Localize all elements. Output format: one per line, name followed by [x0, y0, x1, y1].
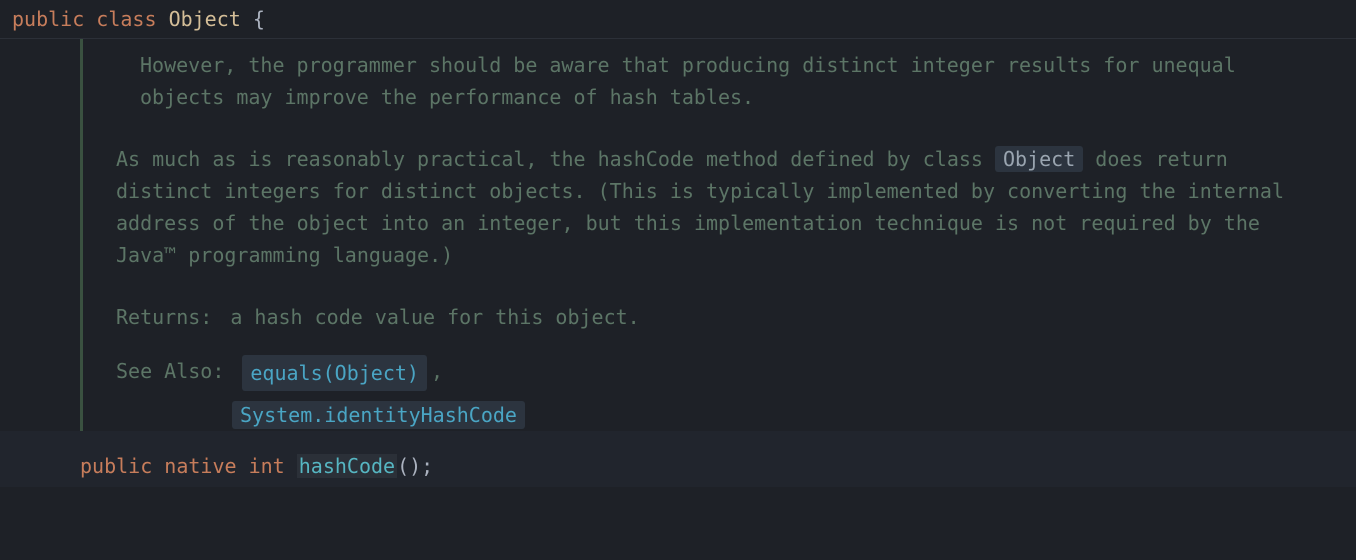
javadoc-seealso-row: See Also: equals(Object), System.identit… [116, 355, 1326, 431]
inline-code-object: Object [995, 146, 1083, 172]
javadoc-text: As much as is reasonably practical, the … [116, 147, 995, 171]
method-name-hashcode: hashCode [297, 454, 397, 478]
javadoc-area: However, the programmer should be aware … [0, 39, 1356, 431]
keyword-public: public [80, 454, 152, 478]
seealso-separator: , [431, 355, 443, 387]
keyword-int: int [249, 454, 285, 478]
breadcrumb-header: public class Object { [0, 0, 1356, 39]
javadoc-paragraph: As much as is reasonably practical, the … [116, 143, 1326, 271]
keyword-native: native [164, 454, 236, 478]
method-punctuation: (); [397, 454, 433, 478]
returns-value: a hash code value for this object. [230, 301, 639, 333]
seealso-link-equals[interactable]: equals(Object) [242, 355, 427, 391]
class-name: Object [169, 7, 241, 31]
seealso-label: See Also: [116, 355, 224, 387]
javadoc-paragraph: However, the programmer should be aware … [116, 49, 1326, 113]
keyword-public: public [12, 7, 84, 31]
javadoc-returns-row: Returns: a hash code value for this obje… [116, 301, 1326, 333]
method-declaration-line[interactable]: public native int hashCode(); [0, 431, 1356, 487]
javadoc-border [80, 39, 83, 431]
seealso-link-identityhashcode[interactable]: System.identityHashCode [232, 401, 525, 429]
returns-label: Returns: [116, 301, 212, 333]
open-brace: { [253, 7, 265, 31]
javadoc-text: However, the programmer should be aware … [140, 53, 1236, 109]
javadoc-content: However, the programmer should be aware … [80, 49, 1356, 431]
keyword-class: class [96, 7, 156, 31]
